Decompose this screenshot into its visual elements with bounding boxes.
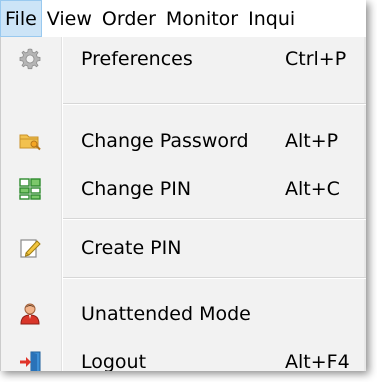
menu-monitor[interactable]: Monitor bbox=[161, 0, 243, 37]
menu-file[interactable]: File bbox=[0, 0, 42, 37]
menu-inquiry[interactable]: Inqui bbox=[243, 0, 300, 37]
menu-separator bbox=[63, 277, 366, 279]
menu-item-create-pin[interactable]: Create PIN bbox=[1, 228, 366, 268]
menu-item-unattended-mode[interactable]: Unattended Mode bbox=[1, 294, 366, 334]
menu-item-logout[interactable]: Logout Alt+F4 bbox=[1, 342, 366, 371]
menu-order[interactable]: Order bbox=[97, 0, 161, 37]
menu-separator bbox=[63, 218, 366, 220]
menu-item-label: Logout bbox=[81, 351, 147, 371]
menu-item-label: Change PIN bbox=[81, 178, 192, 200]
menu-view[interactable]: View bbox=[42, 0, 97, 37]
menu-item-shortcut: Alt+P bbox=[285, 130, 339, 152]
menu-bar: File View Order Monitor Inqui bbox=[0, 0, 366, 38]
menu-item-label: Preferences bbox=[81, 48, 193, 70]
gear-icon bbox=[18, 47, 42, 71]
grid-pin-icon bbox=[18, 177, 42, 201]
menu-item-shortcut: Alt+C bbox=[285, 178, 340, 200]
menu-item-shortcut: Alt+F4 bbox=[285, 351, 350, 371]
user-icon bbox=[18, 302, 42, 326]
menu-item-change-password[interactable]: Change Password Alt+P bbox=[1, 121, 366, 161]
menu-item-label: Unattended Mode bbox=[81, 303, 251, 325]
application-window: File View Order Monitor Inqui Preference… bbox=[0, 0, 366, 371]
menu-item-label: Change Password bbox=[81, 130, 249, 152]
file-menu-dropdown: Preferences Ctrl+P Change Password Alt+P bbox=[0, 37, 366, 371]
screenshot-stage: File View Order Monitor Inqui Preference… bbox=[0, 0, 377, 382]
menu-item-shortcut: Ctrl+P bbox=[285, 48, 347, 70]
menu-item-preferences[interactable]: Preferences Ctrl+P bbox=[1, 39, 366, 79]
menu-separator bbox=[63, 103, 366, 105]
pencil-note-icon bbox=[18, 236, 42, 260]
exit-door-icon bbox=[18, 350, 42, 371]
menu-item-label: Create PIN bbox=[81, 237, 182, 259]
menu-item-change-pin[interactable]: Change PIN Alt+C bbox=[1, 169, 366, 209]
folder-key-icon bbox=[18, 129, 42, 153]
